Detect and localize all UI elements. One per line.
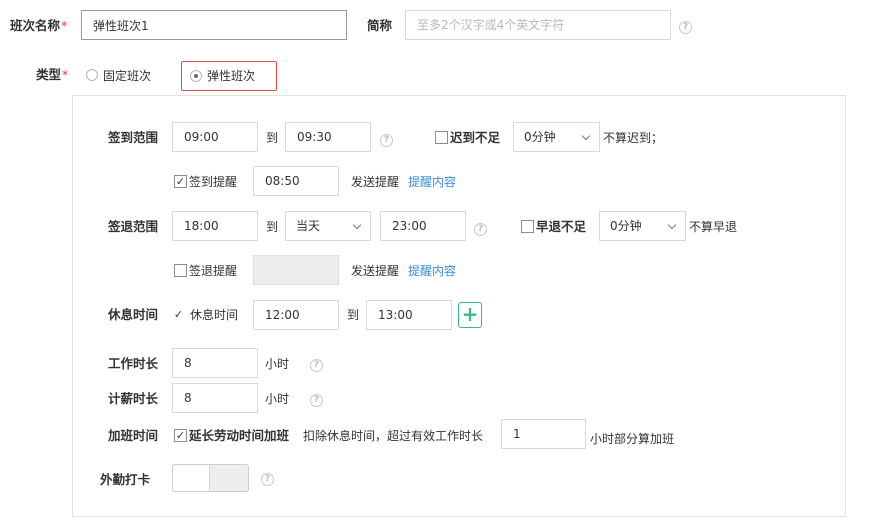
- checkin-reminder-time-input[interactable]: [253, 166, 339, 196]
- rest-time-label: 休息时间: [108, 307, 159, 322]
- rest-time-checkbox[interactable]: ✓: [172, 308, 185, 321]
- late-label: 迟到不足: [450, 130, 501, 145]
- checkin-reminder-checkbox[interactable]: ✓: [174, 175, 187, 188]
- field-punch-label: 外勤打卡: [100, 472, 151, 487]
- overtime-check-label: 延长劳动时间加班: [189, 428, 290, 443]
- checkin-range-help-icon[interactable]: ?: [380, 134, 393, 147]
- rest-end-input[interactable]: [366, 300, 452, 330]
- checkout-reminder-content-link[interactable]: 提醒内容: [408, 263, 456, 279]
- early-label: 早退不足: [536, 219, 587, 234]
- checkout-day-select[interactable]: 当天: [285, 211, 371, 241]
- checkout-to-text: 到: [266, 220, 279, 234]
- chevron-down-icon: [352, 220, 362, 230]
- checkout-range-label: 签退范围: [108, 219, 159, 234]
- short-name-input[interactable]: [405, 10, 671, 40]
- radio-fixed-icon[interactable]: [86, 69, 98, 81]
- overtime-threshold-input[interactable]: [501, 419, 586, 449]
- radio-fixed-label: 固定班次: [103, 69, 152, 83]
- checkout-reminder-checkbox[interactable]: [174, 264, 187, 277]
- work-hours-input[interactable]: [172, 348, 258, 378]
- add-rest-time-button[interactable]: +: [458, 302, 482, 328]
- checkin-send-text: 发送提醒: [351, 175, 400, 189]
- overtime-desc-text: 扣除休息时间，超过有效工作时长: [303, 429, 484, 443]
- toggle-knob: [173, 465, 210, 491]
- work-hours-label: 工作时长: [108, 356, 159, 371]
- checkin-end-input[interactable]: [285, 122, 371, 152]
- field-punch-toggle[interactable]: [172, 464, 249, 492]
- work-hours-unit: 小时: [265, 357, 290, 371]
- shift-type-label: 类型*: [36, 67, 69, 82]
- checkin-reminder-content-link[interactable]: 提醒内容: [408, 174, 456, 190]
- late-checkbox[interactable]: [435, 131, 448, 144]
- late-suffix-text: 不算迟到；: [603, 131, 664, 145]
- field-punch-help-icon[interactable]: ?: [261, 473, 274, 486]
- shift-name-label: 班次名称*: [10, 18, 68, 33]
- overtime-label: 加班时间: [108, 428, 159, 443]
- checkout-reminder-label: 签退提醒: [189, 264, 238, 278]
- chevron-down-icon: [581, 131, 591, 141]
- checkout-start-input[interactable]: [172, 211, 258, 241]
- paid-hours-help-icon[interactable]: ?: [310, 394, 323, 407]
- paid-hours-input[interactable]: [172, 383, 258, 413]
- rest-time-check-label: 休息时间: [190, 308, 239, 322]
- early-suffix-text: 不算早退: [689, 220, 738, 234]
- checkout-send-text: 发送提醒: [351, 264, 400, 278]
- early-threshold-select[interactable]: 0分钟: [599, 211, 686, 241]
- checkin-start-input[interactable]: [172, 122, 258, 152]
- radio-flexible-icon[interactable]: [190, 70, 202, 82]
- short-name-label: 简称: [367, 18, 393, 33]
- chevron-down-icon: [667, 220, 677, 230]
- radio-flexible-shift[interactable]: 弹性班次: [181, 61, 277, 91]
- checkin-to-text: 到: [266, 131, 279, 145]
- rest-to-text: 到: [347, 308, 360, 322]
- checkin-range-label: 签到范围: [108, 130, 159, 145]
- work-hours-help-icon[interactable]: ?: [310, 359, 323, 372]
- checkout-end-input[interactable]: [380, 211, 466, 241]
- early-checkbox[interactable]: [521, 220, 534, 233]
- checkout-reminder-time-input: [253, 255, 339, 285]
- radio-flexible-label: 弹性班次: [207, 69, 256, 83]
- checkin-reminder-label: 签到提醒: [189, 175, 238, 189]
- paid-hours-unit: 小时: [265, 392, 290, 406]
- overtime-suffix-text: 小时部分算加班: [590, 432, 675, 446]
- overtime-checkbox[interactable]: ✓: [174, 429, 187, 442]
- short-name-help-icon[interactable]: ?: [679, 21, 692, 34]
- checkout-range-help-icon[interactable]: ?: [474, 223, 487, 236]
- shift-name-input[interactable]: [81, 10, 347, 40]
- rest-start-input[interactable]: [253, 300, 339, 330]
- paid-hours-label: 计薪时长: [108, 391, 159, 406]
- late-threshold-select[interactable]: 0分钟: [513, 122, 600, 152]
